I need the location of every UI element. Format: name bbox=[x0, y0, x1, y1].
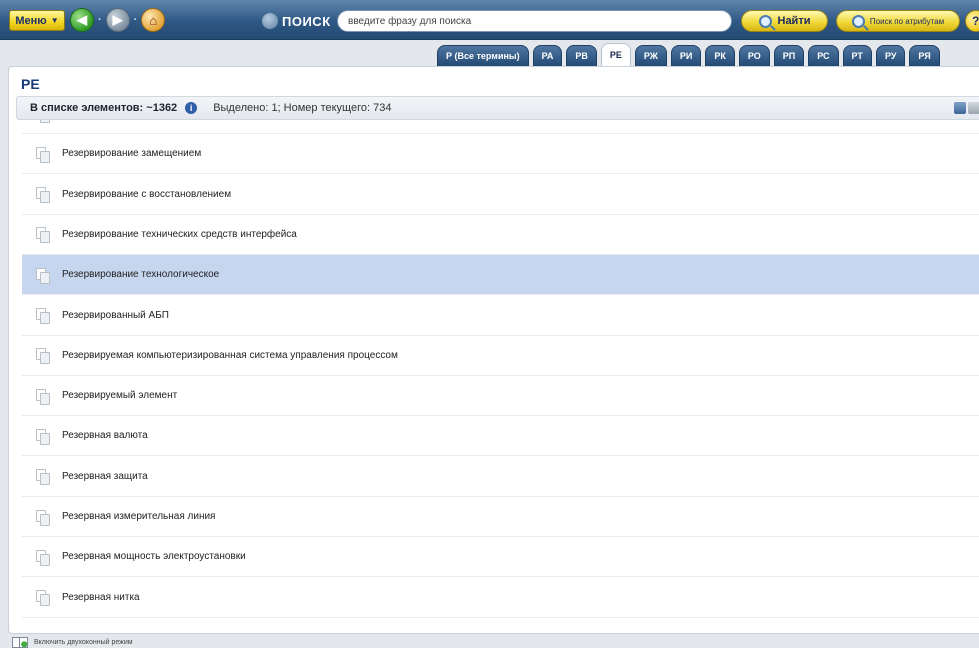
back-arrow-icon[interactable]: ◀ bbox=[70, 8, 94, 32]
info-icon[interactable]: i bbox=[185, 102, 198, 114]
back-history-dropdown[interactable]: · bbox=[98, 14, 102, 26]
top-toolbar: Меню ▼ ◀ · ▶ · ⌂ ПОИСК Найти Поиск по ат… bbox=[0, 0, 979, 40]
menu-button[interactable]: Меню ▼ bbox=[9, 10, 65, 31]
list-item-label: Резервирование технологическое bbox=[62, 269, 220, 281]
letter-tabs-row: Р (Все термины) РА РВ РЕ РЖ РИ РК РО РП РС РТ РУ РЯ bbox=[0, 40, 979, 68]
tab-1[interactable]: РА bbox=[532, 45, 563, 66]
view-toggle bbox=[954, 102, 979, 114]
menu-button-label: Меню bbox=[15, 14, 47, 27]
help-icon: ? bbox=[972, 14, 979, 28]
attribute-search-label: Поиск по атрибутам bbox=[869, 16, 945, 26]
list-view-icon[interactable] bbox=[954, 102, 966, 114]
tab-11[interactable]: РУ bbox=[875, 45, 906, 66]
list-item-label: Резервирование с восстановлением bbox=[62, 188, 232, 200]
list-item[interactable]: Резервирование с восстановлением bbox=[22, 175, 979, 215]
list-item-label: Резервирование замещением bbox=[62, 148, 202, 160]
list-item-label: Резервируемый элемент bbox=[62, 390, 178, 402]
list-item[interactable]: Резервирование без восстановления bbox=[22, 120, 979, 134]
twin-mode-toggle[interactable]: Включить двухоконный режим bbox=[12, 636, 133, 648]
search-icon bbox=[758, 14, 772, 28]
tab-4[interactable]: РЖ bbox=[634, 45, 667, 66]
tab-8[interactable]: РП bbox=[773, 45, 805, 66]
tab-12[interactable]: РЯ bbox=[909, 45, 940, 66]
home-icon[interactable]: ⌂ bbox=[141, 8, 166, 32]
forward-history-dropdown[interactable]: · bbox=[134, 14, 138, 26]
attribute-search-button[interactable]: Поиск по атрибутам bbox=[836, 10, 960, 32]
forward-arrow-icon[interactable]: ▶ bbox=[105, 8, 130, 32]
search-globe-icon bbox=[262, 13, 278, 29]
list-item[interactable]: Резервирование замещением bbox=[22, 134, 979, 175]
document-icon bbox=[36, 187, 50, 204]
help-button[interactable]: ? bbox=[965, 10, 979, 32]
twin-mode-label: Включить двухоконный режим bbox=[34, 638, 133, 646]
items-count: В списке элементов: ~1362 bbox=[30, 102, 178, 114]
tab-3[interactable]: РЕ bbox=[600, 43, 631, 66]
list-item[interactable]: Резервная нитка bbox=[22, 578, 979, 618]
list-item[interactable]: Резервная валюта bbox=[22, 416, 979, 457]
tab-10[interactable]: РТ bbox=[842, 45, 872, 66]
document-icon bbox=[36, 549, 50, 566]
document-icon bbox=[36, 120, 50, 123]
tab-6[interactable]: РК bbox=[705, 45, 735, 66]
list-item[interactable]: Резервная мощность электроустановки bbox=[22, 537, 979, 578]
list-item-label: Резервная валюта bbox=[62, 430, 148, 442]
list-item-label: Резервирование технических средств интер… bbox=[62, 228, 297, 240]
selection-info: Выделено: 1; Номер текущего: 734 bbox=[213, 102, 392, 114]
terms-list: Резервирование без восстановления Резерви… bbox=[22, 120, 979, 625]
document-icon bbox=[36, 308, 50, 324]
list-item-label: Резервированный АБП bbox=[62, 309, 169, 321]
tab-7[interactable]: РО bbox=[738, 45, 770, 66]
list-item[interactable]: Резервируемая компьютеризированная систе… bbox=[22, 336, 979, 376]
two-window-icon bbox=[12, 637, 28, 648]
list-status-bar: В списке элементов: ~1362 i Выделено: 1;… bbox=[16, 96, 979, 120]
chevron-down-icon: ▼ bbox=[50, 16, 59, 25]
grid-view-icon[interactable] bbox=[968, 102, 979, 114]
list-item[interactable]: Резервная измерительная линия bbox=[22, 497, 979, 537]
find-button-label: Найти bbox=[777, 15, 811, 27]
list-item-label: Резервная защита bbox=[62, 470, 148, 482]
letter-tabs: Р (Все термины) РА РВ РЕ РЖ РИ РК РО РП РС РТ РУ РЯ bbox=[437, 43, 940, 66]
document-icon bbox=[36, 428, 50, 445]
list-item-label: Резервная мощность электроустановки bbox=[62, 551, 246, 563]
navigation-controls: ◀ · ▶ · ⌂ bbox=[70, 8, 166, 32]
terms-panel: РЕ В списке элементов: ~1362 i Выделено:… bbox=[8, 66, 979, 634]
find-button[interactable]: Найти bbox=[741, 10, 828, 32]
search-section-label: ПОИСК bbox=[262, 11, 331, 31]
tab-2[interactable]: РВ bbox=[566, 45, 597, 66]
list-item[interactable]: Резервируемый элемент bbox=[22, 376, 979, 417]
list-item[interactable]: Резервирование технических средств интер… bbox=[22, 215, 979, 255]
list-item[interactable]: Резервирование технологическое bbox=[22, 255, 979, 296]
list-item-label: Резервируемая компьютеризированная систе… bbox=[62, 349, 398, 361]
document-icon bbox=[36, 590, 50, 607]
document-icon bbox=[36, 348, 50, 365]
tab-9[interactable]: РС bbox=[808, 45, 839, 66]
list-item[interactable]: Резервированный АБП bbox=[22, 296, 979, 336]
page-title: РЕ bbox=[21, 76, 40, 92]
tab-5[interactable]: РИ bbox=[670, 45, 702, 66]
search-label: ПОИСК bbox=[282, 13, 331, 29]
search-input[interactable] bbox=[337, 10, 732, 32]
document-icon bbox=[36, 227, 50, 244]
list-item-label: Резервная нитка bbox=[62, 591, 140, 603]
document-icon bbox=[36, 267, 50, 284]
document-icon bbox=[36, 388, 50, 405]
search-icon bbox=[851, 14, 865, 28]
document-icon bbox=[36, 509, 50, 526]
list-item[interactable]: Резервная защита bbox=[22, 457, 979, 497]
document-icon bbox=[36, 146, 50, 163]
tab-0[interactable]: Р (Все термины) bbox=[437, 45, 529, 66]
document-icon bbox=[36, 469, 50, 486]
list-item-label: Резервная измерительная линия bbox=[62, 511, 216, 522]
